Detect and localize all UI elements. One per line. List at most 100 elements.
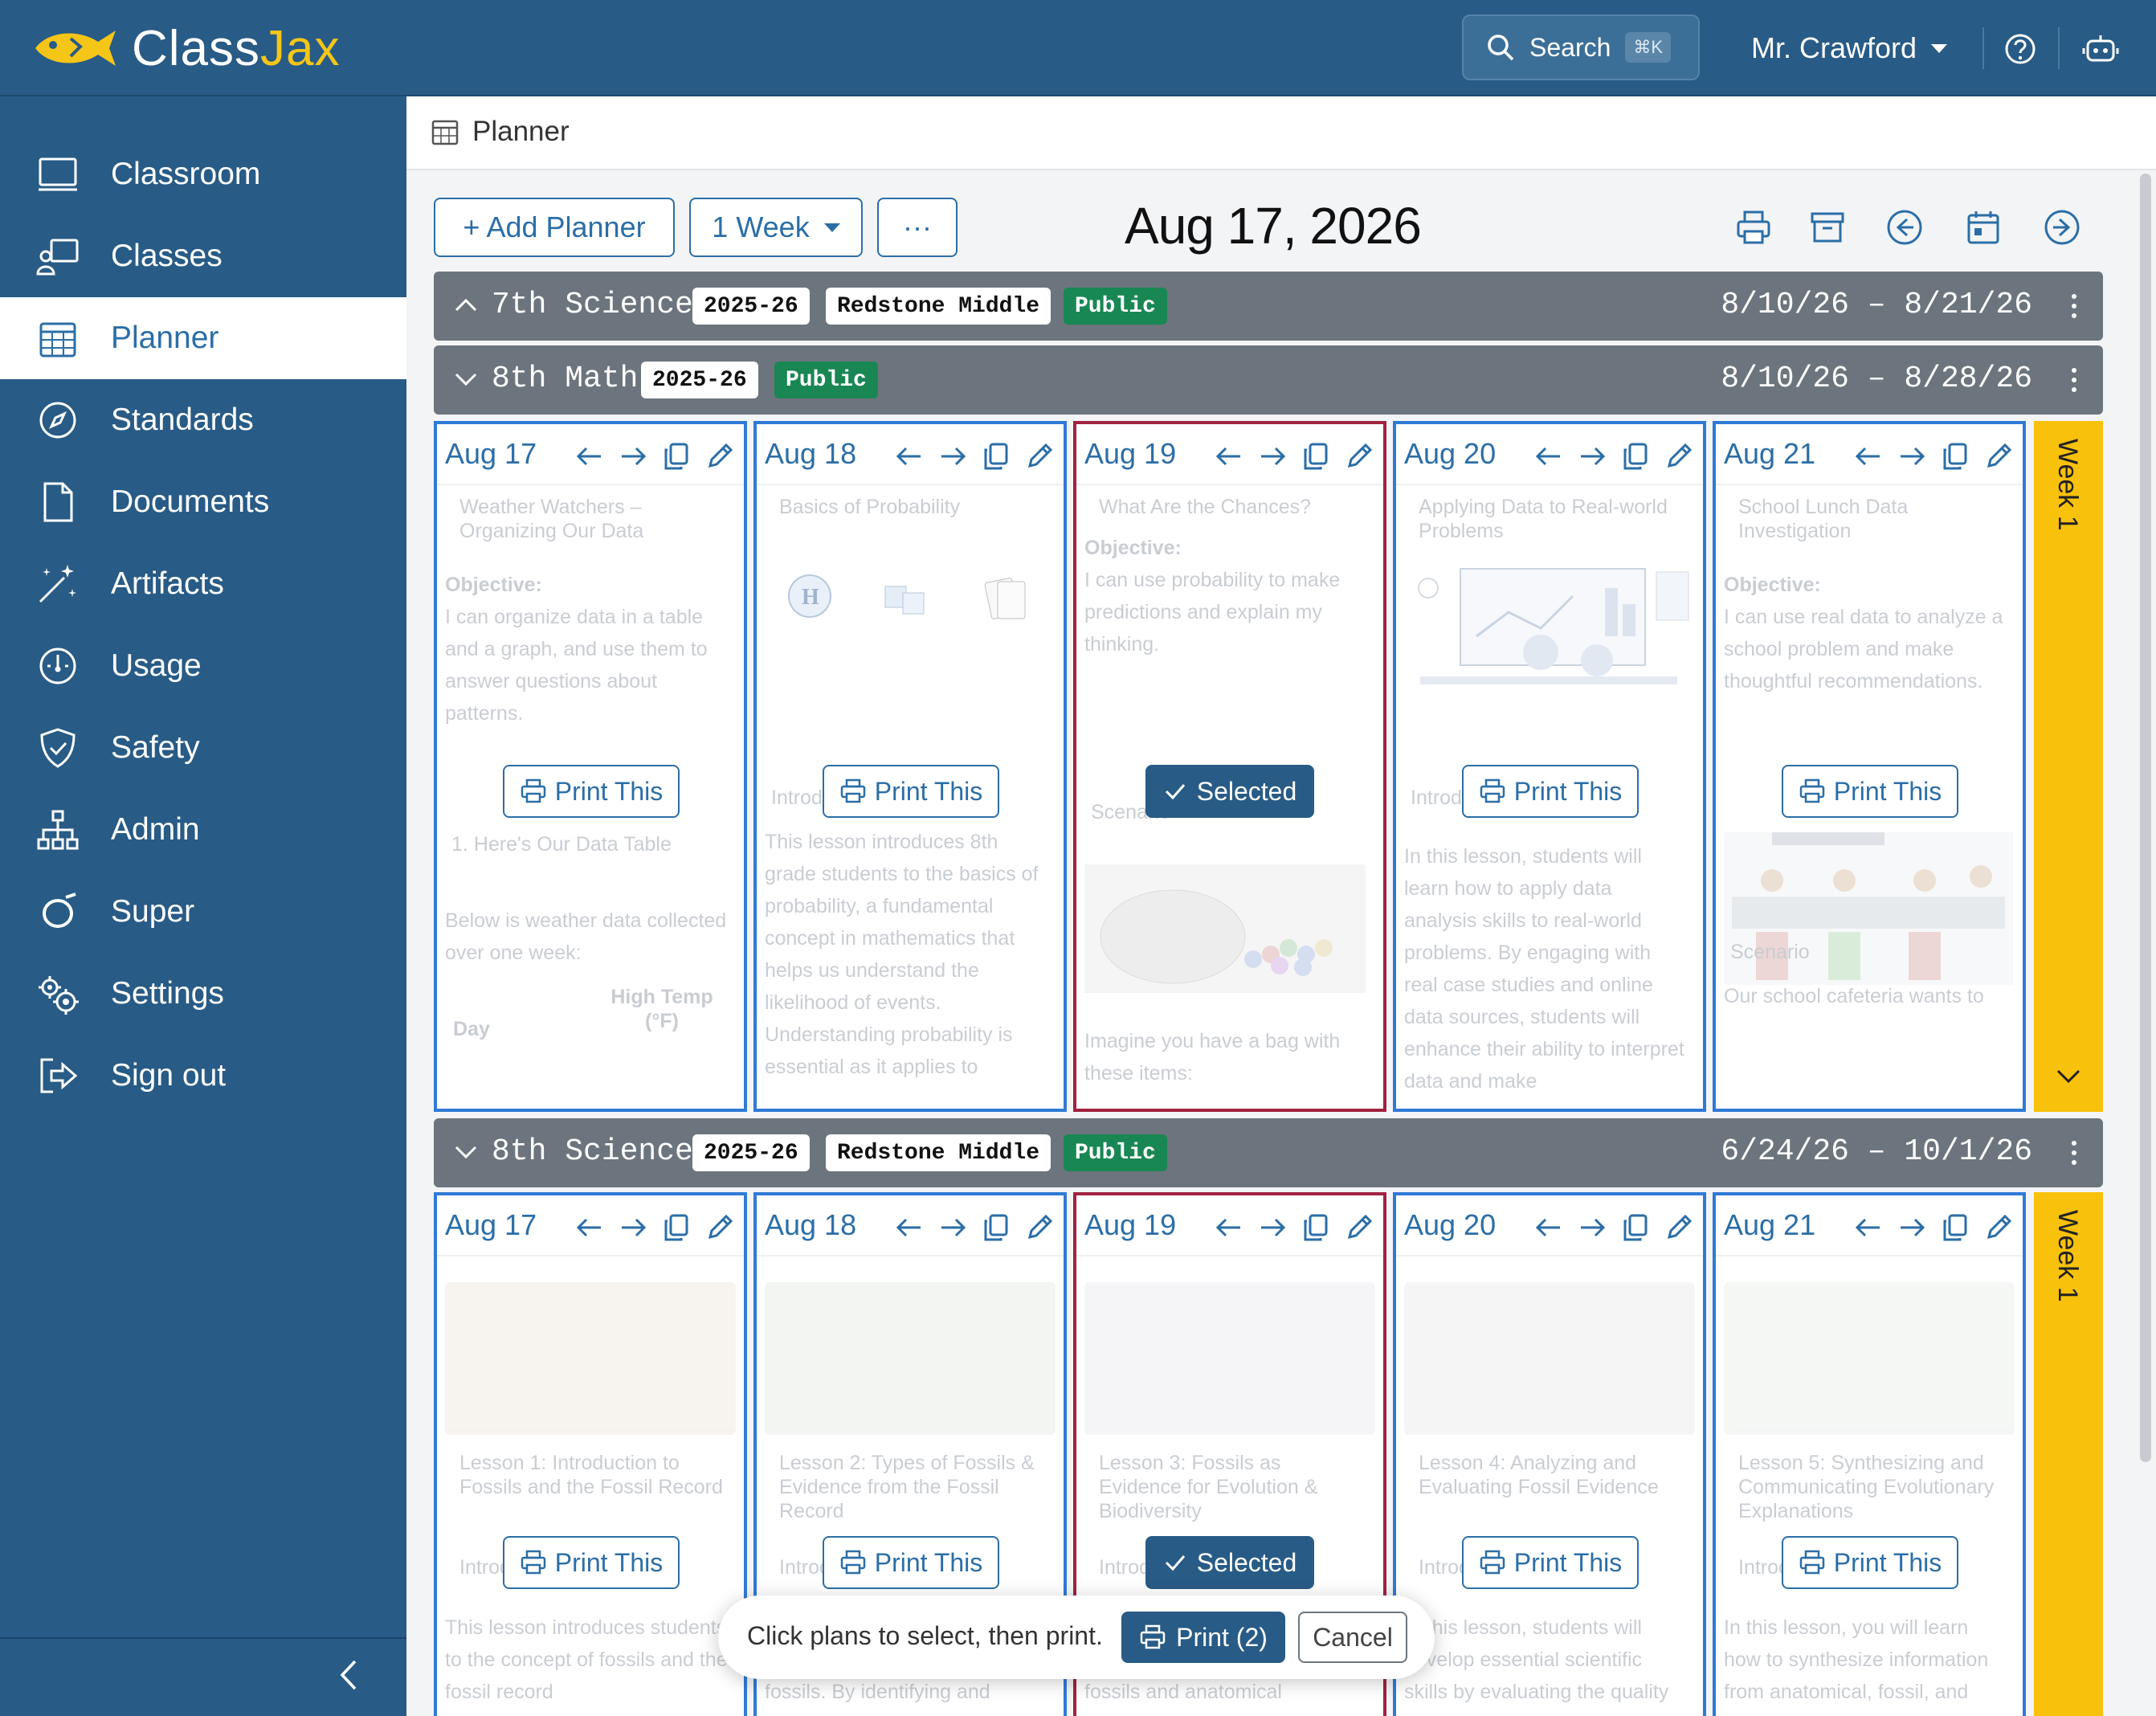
print-this-button[interactable]: Print This	[1782, 765, 1958, 818]
kebab-menu-icon[interactable]	[2066, 291, 2082, 321]
arrow-left-icon[interactable]	[574, 440, 606, 472]
selected-button[interactable]: Selected	[1145, 765, 1314, 818]
pencil-edit-icon[interactable]	[704, 440, 736, 472]
day-card-aug-21[interactable]: Aug 21 School Lunch Data Investigation O…	[1713, 421, 2026, 1112]
copy-icon[interactable]	[980, 1211, 1012, 1244]
copy-icon[interactable]	[660, 1211, 692, 1244]
scrollbar-thumb[interactable]	[2140, 174, 2151, 1462]
copy-icon[interactable]	[1300, 440, 1332, 472]
day-card-aug-21[interactable]: Aug 21 Lesson 5: Synthesizing and Commun…	[1713, 1192, 2026, 1716]
sidebar-item-classroom[interactable]: Classroom	[0, 133, 406, 215]
week-tab[interactable]: Week 1	[2034, 421, 2103, 1112]
pencil-edit-icon[interactable]	[1663, 440, 1695, 472]
planner-header-8th-science[interactable]: 8th Science 2025-26 Redstone Middle Publ…	[434, 1118, 2103, 1187]
chevron-up-icon[interactable]	[451, 291, 480, 320]
print-this-button[interactable]: Print This	[823, 765, 999, 818]
sidebar-item-super[interactable]: Super	[0, 871, 406, 953]
week-tab[interactable]: Week 1	[2034, 1192, 2103, 1716]
selected-button[interactable]: Selected	[1145, 1536, 1314, 1589]
pencil-edit-icon[interactable]	[1982, 1211, 2015, 1244]
arrow-right-icon[interactable]	[1896, 440, 1928, 472]
copy-icon[interactable]	[1939, 1211, 1971, 1244]
sidebar-item-safety[interactable]: Safety	[0, 707, 406, 789]
user-menu-dropdown[interactable]: Mr. Crawford	[1751, 24, 1948, 72]
more-options-button[interactable]: ···	[877, 198, 958, 257]
sidebar-item-sign-out[interactable]: Sign out	[0, 1035, 406, 1117]
copy-icon[interactable]	[980, 440, 1012, 472]
arrow-left-icon[interactable]	[574, 1211, 606, 1244]
print-this-button[interactable]: Print This	[1462, 1536, 1639, 1589]
print-this-button[interactable]: Print This	[1782, 1536, 1958, 1589]
arrow-left-icon[interactable]	[1533, 440, 1565, 472]
pencil-edit-icon[interactable]	[1023, 440, 1056, 472]
help-icon[interactable]	[2000, 29, 2040, 69]
sidebar-item-artifacts[interactable]: Artifacts	[0, 543, 406, 625]
print-this-button[interactable]: Print This	[1462, 765, 1639, 818]
planner-header-7th-science[interactable]: 7th Science 2025-26 Redstone Middle Publ…	[434, 272, 2103, 341]
sidebar-item-standards[interactable]: Standards	[0, 379, 406, 461]
arrow-left-icon[interactable]	[893, 1211, 925, 1244]
arrow-right-icon[interactable]	[937, 440, 969, 472]
cancel-button[interactable]: Cancel	[1298, 1612, 1407, 1663]
arrow-right-icon[interactable]	[937, 1211, 969, 1244]
day-card-aug-17[interactable]: Aug 17 Weather Watchers – Organizing Our…	[434, 421, 747, 1112]
kebab-menu-icon[interactable]	[2066, 1138, 2082, 1168]
today-calendar-icon[interactable]	[1963, 207, 2003, 247]
day-card-aug-20[interactable]: Aug 20 Applying Data to Real-world Probl…	[1393, 421, 1706, 1112]
copy-icon[interactable]	[1619, 1211, 1652, 1244]
pencil-edit-icon[interactable]	[1023, 1211, 1056, 1244]
copy-icon[interactable]	[1619, 440, 1652, 472]
arrow-right-icon[interactable]	[1256, 1211, 1288, 1244]
next-week-icon[interactable]	[2042, 207, 2082, 247]
day-card-aug-19[interactable]: Aug 19 What Are the Chances? Objective: …	[1073, 421, 1386, 1112]
arrow-right-icon[interactable]	[1896, 1211, 1928, 1244]
week-range-select[interactable]: 1 Week	[689, 198, 863, 257]
arrow-right-icon[interactable]	[1576, 1211, 1608, 1244]
day-card-aug-18[interactable]: Aug 18 Basics of Probability H Introduct…	[753, 421, 1067, 1112]
arrow-left-icon[interactable]	[1533, 1211, 1565, 1244]
chevron-down-icon[interactable]	[451, 1138, 480, 1166]
pencil-edit-icon[interactable]	[1343, 440, 1375, 472]
archive-icon[interactable]	[1807, 207, 1848, 247]
pencil-edit-icon[interactable]	[1663, 1211, 1695, 1244]
chevron-down-icon[interactable]	[451, 365, 480, 394]
day-card-aug-20[interactable]: Aug 20 Lesson 4: Analyzing and Evaluatin…	[1393, 1192, 1706, 1716]
arrow-right-icon[interactable]	[1256, 440, 1288, 472]
arrow-left-icon[interactable]	[1852, 1211, 1884, 1244]
arrow-left-icon[interactable]	[1213, 440, 1245, 472]
search-button[interactable]: Search ⌘K	[1462, 14, 1700, 80]
copy-icon[interactable]	[1300, 1211, 1332, 1244]
scrollbar[interactable]	[2135, 170, 2156, 1716]
pencil-edit-icon[interactable]	[1982, 440, 2015, 472]
kebab-menu-icon[interactable]	[2066, 365, 2082, 395]
pencil-edit-icon[interactable]	[704, 1211, 736, 1244]
collapse-sidebar-chevron-left-icon[interactable]	[329, 1655, 370, 1695]
pencil-edit-icon[interactable]	[1343, 1211, 1375, 1244]
print-this-button[interactable]: Print This	[503, 1536, 680, 1589]
copy-icon[interactable]	[1939, 440, 1971, 472]
sidebar-item-settings[interactable]: Settings	[0, 953, 406, 1035]
arrow-left-icon[interactable]	[893, 440, 925, 472]
add-planner-button[interactable]: + Add Planner	[434, 198, 675, 257]
arrow-left-icon[interactable]	[1852, 440, 1884, 472]
printer-icon[interactable]	[1733, 207, 1774, 247]
planner-header-8th-math[interactable]: 8th Math 2025-26 Public 8/10/26 – 8/28/2…	[434, 345, 2103, 415]
classjax-logo[interactable]: ClassJax	[32, 18, 341, 79]
chevron-down-icon[interactable]	[2053, 1060, 2084, 1091]
arrow-left-icon[interactable]	[1213, 1211, 1245, 1244]
print-selected-button[interactable]: Print (2)	[1121, 1612, 1285, 1663]
copy-icon[interactable]	[660, 440, 692, 472]
day-card-aug-17[interactable]: Aug 17 Lesson 1: Introduction to Fossils…	[434, 1192, 747, 1716]
print-this-button[interactable]: Print This	[823, 1536, 999, 1589]
sidebar-item-documents[interactable]: Documents	[0, 461, 406, 543]
arrow-right-icon[interactable]	[1576, 440, 1608, 472]
arrow-right-icon[interactable]	[617, 440, 649, 472]
sidebar-item-classes[interactable]: Classes	[0, 215, 406, 297]
sidebar-item-usage[interactable]: Usage	[0, 625, 406, 707]
arrow-right-icon[interactable]	[617, 1211, 649, 1244]
previous-week-icon[interactable]	[1884, 207, 1925, 247]
sidebar-item-admin[interactable]: Admin	[0, 789, 406, 871]
print-this-button[interactable]: Print This	[503, 765, 680, 818]
sidebar-item-planner[interactable]: Planner	[0, 297, 406, 379]
robot-icon[interactable]	[2080, 29, 2121, 69]
